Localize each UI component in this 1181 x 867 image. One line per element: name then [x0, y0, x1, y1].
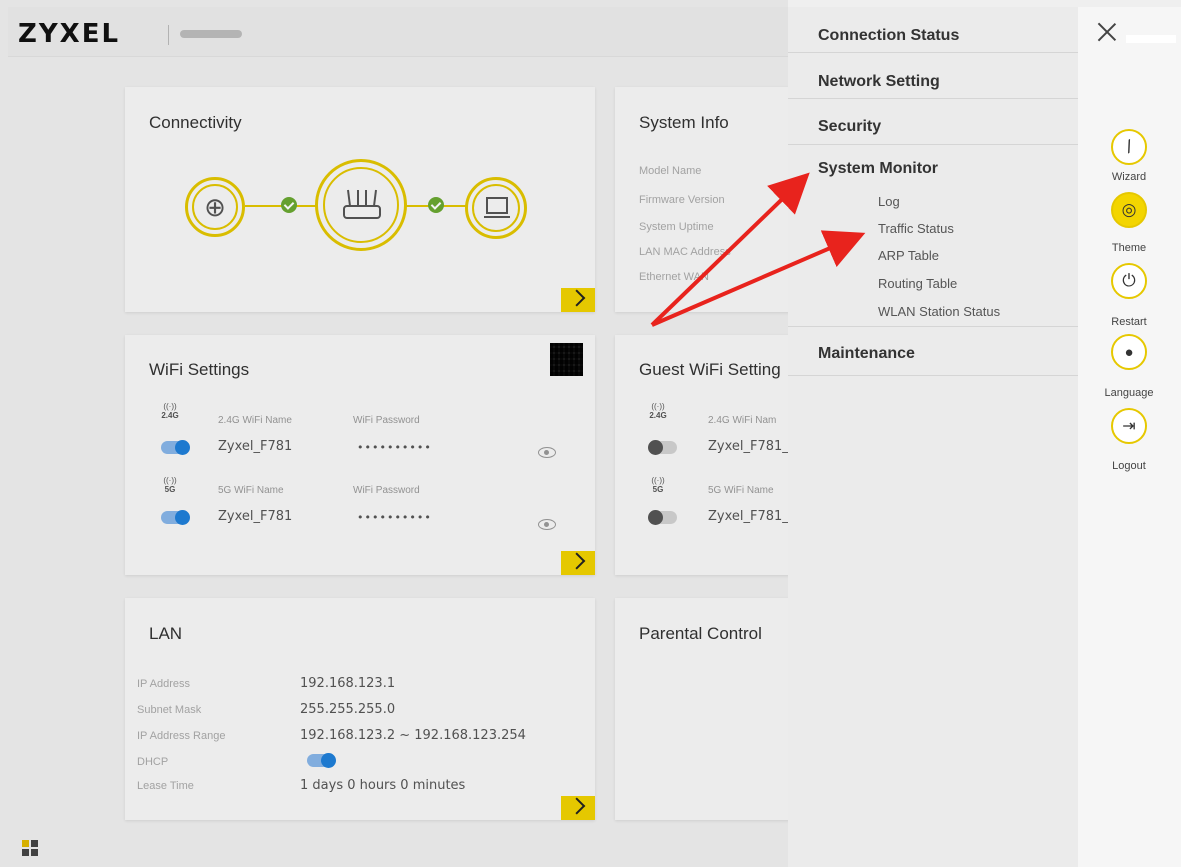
arrow-to-traffic-status — [651, 230, 866, 327]
arrow-to-system-monitor — [650, 172, 810, 327]
annotation-arrows — [650, 172, 866, 327]
